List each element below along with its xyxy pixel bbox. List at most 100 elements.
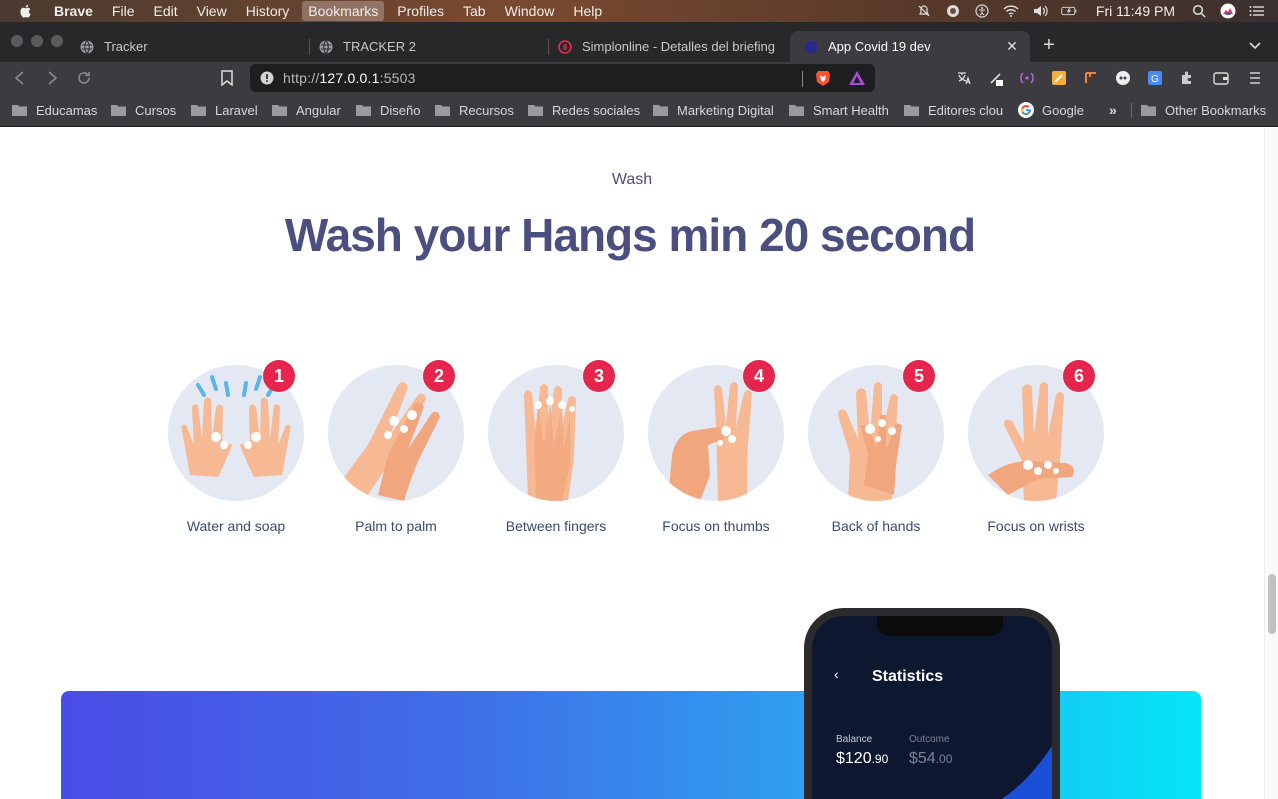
menu-profiles[interactable]: Profiles [397,3,444,19]
wappalyzer-extension-icon[interactable] [1115,70,1131,86]
bookmark-folder-editores-cloud[interactable]: Editores clou [904,102,1003,118]
scrollbar-thumb[interactable] [1268,574,1276,634]
menu-bookmarks[interactable]: Bookmarks [302,1,385,21]
broadcast-extension-icon[interactable] [1019,70,1035,86]
bookmark-label: Recursos [459,102,514,118]
step-number-badge: 6 [1063,360,1095,392]
spotlight-search-icon[interactable] [1191,4,1207,18]
bookmark-folder-redes-sociales[interactable]: Redes sociales [528,102,640,118]
folder-icon [904,105,919,116]
forward-icon[interactable] [44,70,60,86]
bookmark-folder-educamas[interactable]: Educamas [12,102,97,118]
bookmarks-separator [1131,103,1132,118]
brave-rewards-icon[interactable] [848,70,866,86]
color-picker-extension-icon[interactable] [988,70,1004,86]
step-focus-on-thumbs: 4 Focus on thumbs [640,360,800,550]
bookmark-label: Google [1042,102,1084,118]
globe-icon [80,39,94,54]
section-eyebrow: Wash [611,171,653,188]
tab-simplonline[interactable]: Simplonline - Detalles del briefing [550,31,788,62]
menu-window[interactable]: Window [505,3,555,19]
menu-status-area: Fri 11:49 PM [916,0,1278,22]
menu-edit[interactable]: Edit [153,3,177,19]
browser-menu-icon[interactable] [1247,70,1263,86]
notifications-off-icon[interactable] [916,4,932,18]
menu-history[interactable]: History [246,3,290,19]
address-bar[interactable]: http://127.0.0.1:5503 [250,64,875,92]
bookmark-folder-cursos[interactable]: Cursos [111,102,176,118]
tab-separator [309,39,310,55]
wifi-icon[interactable] [1003,4,1019,18]
folder-icon [528,105,543,116]
folder-icon [653,105,668,116]
reload-icon[interactable] [76,70,92,86]
tab-title: Simplonline - Detalles del briefing [582,39,775,54]
tab-tracker-2[interactable]: TRACKER 2 [311,31,549,62]
bookmarks-bar: Educamas Cursos Laravel Angular Diseño R… [0,94,1278,127]
user-avatar-icon[interactable] [1220,3,1236,19]
bookmark-page-icon[interactable] [220,70,234,86]
volume-icon[interactable] [1032,4,1048,18]
url-text: http://127.0.0.1:5503 [283,70,416,86]
extensions-puzzle-icon[interactable] [1179,70,1195,86]
tab-app-covid[interactable]: App Covid 19 dev ✕ [790,31,1030,62]
bookmark-google[interactable]: Google [1018,102,1084,118]
url-port: :5503 [379,70,416,86]
chevron-down-icon[interactable] [1248,38,1262,52]
bookmark-folder-smart-health[interactable]: Smart Health [789,102,889,118]
other-bookmarks-folder[interactable]: Other Bookmarks [1141,102,1266,118]
site-info-icon[interactable] [260,71,274,85]
step-number-badge: 4 [743,360,775,392]
folder-icon [191,105,206,116]
accessibility-icon[interactable] [974,4,990,18]
address-bar-divider [802,71,803,87]
bookmark-folder-recursos[interactable]: Recursos [435,102,514,118]
bookmark-folder-laravel[interactable]: Laravel [191,102,258,118]
bookmark-label: Laravel [215,102,258,118]
close-tab-icon[interactable]: ✕ [1004,38,1020,54]
notes-extension-icon[interactable] [1051,70,1067,86]
menu-view[interactable]: View [197,3,227,19]
minimize-window-button[interactable] [31,35,43,47]
bookmark-folder-angular[interactable]: Angular [272,102,341,118]
back-icon[interactable] [12,70,28,86]
menu-file[interactable]: File [112,3,135,19]
tab-title: Tracker [104,39,148,54]
tab-strip: Tracker TRACKER 2 Simplonline - Detalles… [0,22,1278,62]
menu-app-name[interactable]: Brave [54,3,93,19]
bookmark-label: Angular [296,102,341,118]
phone-mockup: ‹ Statistics Balance $120.90 Outcome $54… [804,608,1060,799]
menu-clock[interactable]: Fri 11:49 PM [1096,3,1175,19]
control-center-icon[interactable] [1249,4,1265,18]
translate-extension-icon[interactable] [956,70,972,86]
bookmark-folder-diseno[interactable]: Diseño [356,102,420,118]
close-window-button[interactable] [11,35,23,47]
brave-shields-icon[interactable] [815,69,831,87]
menu-help[interactable]: Help [573,3,602,19]
bookmark-folder-marketing-digital[interactable]: Marketing Digital [653,102,774,118]
window-controls [11,35,63,47]
bookmark-label: Cursos [135,102,177,118]
macos-menu-bar: Brave File Edit View History Bookmarks P… [0,0,1278,22]
page-scrollbar[interactable] [1264,128,1278,799]
new-tab-button[interactable]: + [1040,35,1058,55]
tab-title: App Covid 19 dev [828,39,931,54]
more-bookmarks-button[interactable]: » [1109,102,1117,118]
cloud-sync-icon[interactable] [945,4,961,18]
google-translate-extension-icon[interactable]: G [1147,70,1163,86]
bookmark-label: Other Bookmarks [1165,102,1267,118]
menu-tab[interactable]: Tab [463,3,486,19]
wallet-icon[interactable] [1213,70,1229,86]
ruler-extension-icon[interactable] [1083,70,1099,86]
step-focus-on-wrists: 6 Focus on wrists [960,360,1120,550]
zoom-window-button[interactable] [51,35,63,47]
folder-icon [789,105,804,116]
step-label: Focus on thumbs [662,518,770,534]
battery-icon[interactable] [1061,4,1077,18]
step-label: Palm to palm [355,518,437,534]
url-scheme: http:// [283,70,320,86]
tab-tracker[interactable]: Tracker [72,31,310,62]
apple-icon[interactable] [18,3,34,19]
section-headline: Wash your Hangs min 20 second [284,209,976,261]
step-number-badge: 5 [903,360,935,392]
